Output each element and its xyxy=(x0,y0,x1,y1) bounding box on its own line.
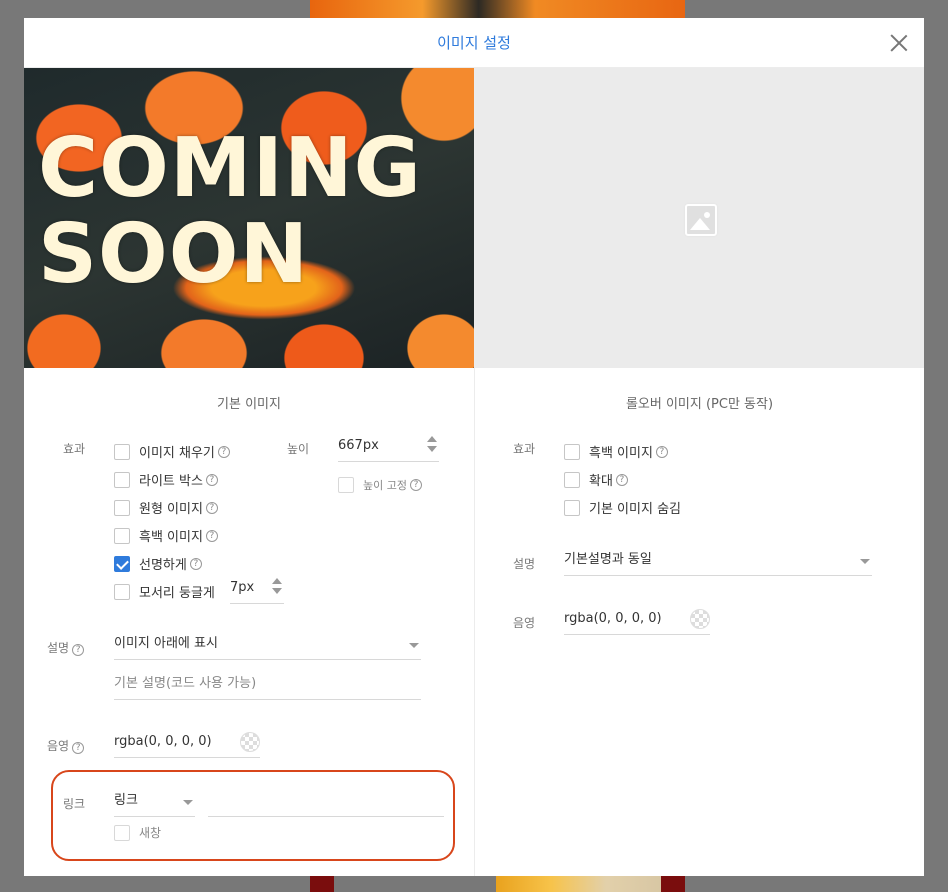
color-picker-icon[interactable] xyxy=(690,609,710,629)
effect-label: 효과 xyxy=(63,442,86,456)
checkbox[interactable] xyxy=(114,499,130,516)
help-icon[interactable]: ? xyxy=(655,445,668,458)
help-icon[interactable]: ? xyxy=(205,501,218,514)
checkbox[interactable] xyxy=(114,583,130,600)
rollover-effect-grayscale[interactable]: 흑백 이미지? xyxy=(564,442,668,461)
shadow-color-input[interactable]: rgba(0, 0, 0, 0) xyxy=(114,730,260,758)
checkbox-checked[interactable] xyxy=(114,555,130,572)
checkbox[interactable] xyxy=(564,443,580,460)
dialog-title: 이미지 설정 xyxy=(437,34,511,52)
effect-lightbox[interactable]: 라이트 박스? xyxy=(114,470,218,489)
backdrop-image-bottom-left xyxy=(310,876,334,892)
link-type-select[interactable]: 링크 xyxy=(114,789,195,817)
shadow-label: 음영? xyxy=(47,737,85,754)
checkbox[interactable] xyxy=(114,824,130,841)
rollover-shadow-color-input[interactable]: rgba(0, 0, 0, 0) xyxy=(564,607,710,635)
help-icon[interactable]: ? xyxy=(217,445,230,458)
rollover-effect-zoom[interactable]: 확대? xyxy=(564,470,628,489)
help-icon[interactable]: ? xyxy=(205,529,218,542)
backdrop-image-bottom-right xyxy=(661,876,685,892)
dialog-header: 이미지 설정 xyxy=(24,18,924,68)
checkbox[interactable] xyxy=(114,443,130,460)
chevron-down-icon xyxy=(860,559,870,564)
effect-circle-image[interactable]: 원형 이미지? xyxy=(114,498,218,517)
image-placeholder-icon xyxy=(685,204,717,236)
description-input[interactable]: 기본 설명(코드 사용 가능) xyxy=(114,672,421,700)
checkbox[interactable] xyxy=(338,477,354,493)
chevron-down-icon xyxy=(409,643,419,648)
fix-height-option[interactable]: 높이 고정? xyxy=(338,477,422,493)
backdrop-image-bottom-center xyxy=(496,876,661,892)
new-window-option[interactable]: 새창 xyxy=(114,824,161,841)
description-label: 설명? xyxy=(47,639,85,656)
rollover-image-title: 롤오버 이미지 (PC만 동작) xyxy=(625,397,774,412)
rollover-effect-hide-default[interactable]: 기본 이미지 숨김 xyxy=(564,498,681,517)
help-icon[interactable]: ? xyxy=(72,742,85,754)
default-image-title: 기본 이미지 xyxy=(217,397,281,412)
link-label: 링크 xyxy=(63,797,86,811)
link-url-input[interactable] xyxy=(208,789,444,817)
height-stepper[interactable]: 667px xyxy=(338,434,439,462)
preview-image-text: COMING SOON xyxy=(38,121,422,302)
checkbox[interactable] xyxy=(564,499,580,516)
default-image-panel: COMING SOON 기본 이미지 효과 이미지 채우기? 라이트 박스? 원… xyxy=(24,68,474,876)
checkbox[interactable] xyxy=(114,471,130,488)
checkbox[interactable] xyxy=(564,471,580,488)
checkbox[interactable] xyxy=(114,527,130,544)
stepper-arrows-icon[interactable] xyxy=(427,436,437,454)
description-select[interactable]: 이미지 아래에 표시 xyxy=(114,632,421,660)
corner-radius-stepper[interactable]: 7px xyxy=(230,576,284,604)
rollover-image-panel: 롤오버 이미지 (PC만 동작) 효과 흑백 이미지? 확대? 기본 이미지 숨… xyxy=(474,68,924,876)
chevron-down-icon xyxy=(183,800,193,805)
color-picker-icon[interactable] xyxy=(240,732,260,752)
effect-grayscale[interactable]: 흑백 이미지? xyxy=(114,526,218,545)
rollover-image-preview[interactable] xyxy=(475,68,924,368)
help-icon[interactable]: ? xyxy=(615,473,628,486)
help-icon[interactable]: ? xyxy=(409,479,422,491)
help-icon[interactable]: ? xyxy=(205,473,218,486)
shadow-label: 음영 xyxy=(513,616,536,630)
help-icon[interactable]: ? xyxy=(72,644,85,656)
default-image-preview[interactable]: COMING SOON xyxy=(24,68,474,368)
description-label: 설명 xyxy=(513,557,536,571)
effect-fill-image[interactable]: 이미지 채우기? xyxy=(114,442,230,461)
rollover-description-select[interactable]: 기본설명과 동일 xyxy=(564,548,872,576)
effect-rounded-corners[interactable]: 모서리 둥글게 xyxy=(114,582,215,601)
close-icon[interactable] xyxy=(890,34,908,52)
effect-sharpen[interactable]: 선명하게? xyxy=(114,554,202,573)
stepper-arrows-icon[interactable] xyxy=(272,578,282,596)
help-icon[interactable]: ? xyxy=(189,557,202,570)
height-label: 높이 xyxy=(287,442,310,456)
image-settings-dialog: 이미지 설정 COMING SOON 기본 이미지 효과 이미지 채우기? 라이… xyxy=(24,18,924,876)
backdrop-image-top xyxy=(310,0,685,18)
effect-label: 효과 xyxy=(513,442,536,456)
